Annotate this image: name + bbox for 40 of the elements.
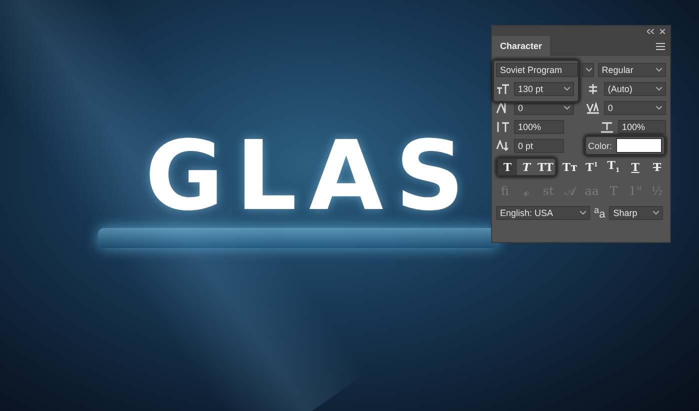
type-style-button[interactable]: T bbox=[648, 159, 666, 175]
type-style-button[interactable]: T bbox=[517, 159, 536, 175]
font-size-icon bbox=[496, 82, 510, 94]
font-dropdown[interactable] bbox=[582, 62, 594, 76]
antialias-label: $^{a}$a bbox=[594, 204, 606, 220]
type-style-button[interactable]: TT bbox=[536, 159, 555, 175]
baseline-shift-field[interactable]: 0 pt bbox=[514, 138, 564, 152]
chevron-down-icon bbox=[564, 106, 570, 110]
vertical-scale-icon bbox=[496, 120, 510, 132]
chevron-down-icon bbox=[580, 210, 586, 214]
artwork-headline: GLAS bbox=[145, 128, 476, 224]
tracking-field[interactable]: 0 bbox=[604, 100, 666, 114]
antialias-field[interactable]: Sharp bbox=[609, 206, 664, 220]
panel-tab[interactable]: Character bbox=[492, 36, 550, 56]
type-style-button[interactable]: Tᴛ bbox=[561, 159, 579, 175]
chevron-down-icon bbox=[656, 68, 662, 72]
type-style-button[interactable]: T bbox=[498, 159, 517, 175]
type-style-button[interactable]: T$_{1}$ bbox=[604, 159, 622, 175]
menu-icon[interactable] bbox=[656, 42, 665, 50]
horizontal-scale-icon bbox=[600, 120, 614, 132]
vertical-scale-field[interactable]: 100% bbox=[514, 120, 564, 134]
baseline-shift-icon bbox=[496, 140, 510, 152]
chevron-down-icon bbox=[656, 106, 662, 110]
font-style-field[interactable]: Regular bbox=[598, 62, 666, 76]
tracking-icon bbox=[586, 102, 600, 114]
close-icon[interactable] bbox=[660, 28, 665, 34]
chevron-down-icon bbox=[564, 86, 570, 90]
leading-field[interactable]: (Auto) bbox=[604, 82, 666, 96]
color-label: Color: bbox=[588, 140, 612, 150]
chevron-down-icon bbox=[586, 68, 592, 72]
collapse-icon[interactable] bbox=[647, 28, 654, 34]
language-field[interactable]: English: USA bbox=[496, 206, 590, 220]
chevron-down-icon bbox=[656, 86, 662, 90]
font-size-field[interactable]: 130 pt bbox=[514, 82, 574, 96]
color-swatch[interactable] bbox=[616, 138, 662, 153]
type-style-button[interactable]: T$^{1}$ bbox=[582, 159, 601, 175]
type-style-button[interactable]: T bbox=[626, 159, 644, 175]
chevron-down-icon bbox=[653, 210, 660, 214]
horizontal-scale-field[interactable]: 100% bbox=[618, 120, 666, 134]
font-family-field[interactable]: Soviet Program bbox=[496, 62, 578, 76]
